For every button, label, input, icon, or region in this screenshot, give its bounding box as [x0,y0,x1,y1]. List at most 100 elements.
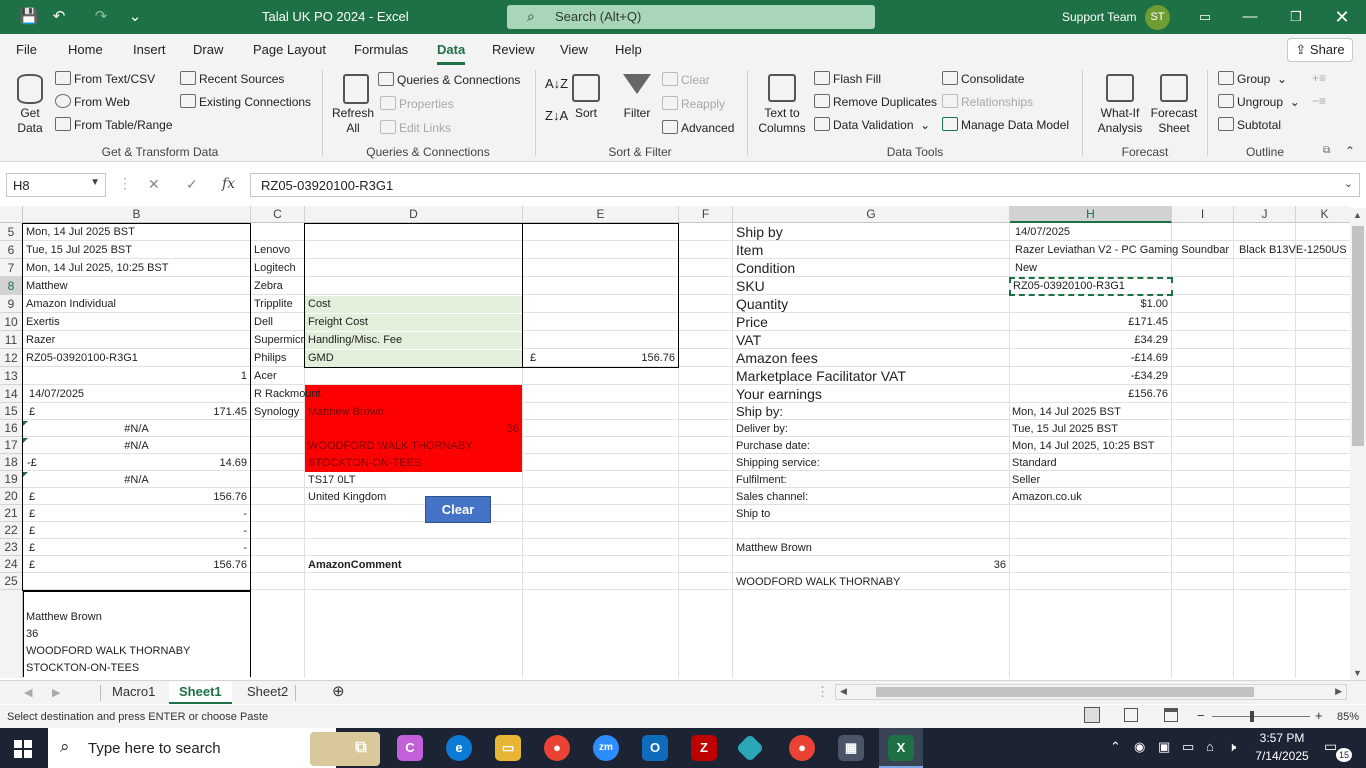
close-icon[interactable]: ✕ [1322,4,1362,30]
show-detail-icon[interactable]: +≡ [1312,71,1326,85]
clock-date[interactable]: 7/14/2025 [1250,749,1314,763]
from-web-button[interactable]: From Web [55,94,130,109]
cell-g14[interactable]: Your earnings [733,385,1009,402]
row-header[interactable]: 16 [0,420,23,437]
row-header[interactable]: 17 [0,437,23,454]
row-header[interactable]: 25 [0,573,23,590]
restore-icon[interactable]: ❐ [1276,4,1316,30]
col-header-i[interactable]: I [1172,206,1234,223]
tab-draw[interactable]: Draw [193,42,223,57]
row-header[interactable]: 23 [0,539,23,556]
file-explorer-icon[interactable]: ▭ [495,735,521,761]
cell-h17[interactable]: Mon, 14 Jul 2025, 10:25 BST [1009,438,1171,455]
taskbar-search[interactable]: ⌕ Type here to search [48,728,380,768]
relationships-button[interactable]: Relationships [942,94,1033,109]
cell-d24[interactable]: AmazonComment [305,557,522,574]
cell-g24[interactable]: 36 [733,557,1009,574]
row-header[interactable]: 18 [0,454,23,471]
chevron-down-icon[interactable]: ▼ [90,177,100,188]
task-view-icon[interactable]: ⧉ [348,735,374,761]
sort-za-icon[interactable]: Z↓A [545,108,568,123]
sort-az-icon[interactable]: A↓Z [545,76,568,91]
row-header[interactable]: 8 [0,277,23,295]
zoom-app-icon[interactable]: zm [593,735,619,761]
cell-b12[interactable]: RZ05-03920100-R3G1 [23,350,250,367]
cell-c7[interactable]: Logitech [251,260,304,277]
network-icon[interactable]: ⌂ [1206,739,1214,754]
col-header-b[interactable]: B [23,206,251,223]
edit-links-button[interactable]: Edit Links [380,120,451,135]
expand-formula-icon[interactable]: ⌄ [1344,177,1353,190]
cell-b7[interactable]: Mon, 14 Jul 2025, 10:25 BST [23,260,250,277]
tab-formulas[interactable]: Formulas [354,42,408,57]
zoom-slider-thumb[interactable] [1250,711,1254,722]
cell-d10[interactable]: Freight Cost [305,314,522,331]
cell-b9[interactable]: Amazon Individual [23,296,250,313]
what-if-button[interactable]: What-If Analysis [1090,106,1150,136]
reapply-button[interactable]: Reapply [662,96,725,111]
horizontal-scroll-thumb[interactable] [876,687,1254,697]
cell-g21[interactable]: Ship to [733,506,1009,523]
name-box[interactable]: H8 ▼ [6,173,106,197]
zoom-in-icon[interactable]: + [1315,708,1323,723]
row-header[interactable]: 19 [0,471,23,488]
cell-c9[interactable]: Tripplite [251,296,304,313]
cell-g7[interactable]: Condition [733,259,1009,276]
tab-file[interactable]: File [16,42,37,57]
cell-d17[interactable]: WOODFORD WALK THORNABY [305,438,522,455]
zoom-out-icon[interactable]: − [1197,708,1205,723]
tab-home[interactable]: Home [68,42,103,57]
cell-b8[interactable]: Matthew [23,278,250,295]
ribbon-display-icon[interactable]: ▭ [1185,4,1225,30]
text-to-columns-button[interactable]: Text to Columns [755,106,809,136]
scroll-up-icon[interactable]: ▲ [1353,210,1362,220]
cell-d9[interactable]: Cost [305,296,522,313]
flash-fill-button[interactable]: Flash Fill [814,71,881,86]
cell-b13[interactable]: 1 [23,368,250,385]
outlook-icon[interactable]: O [642,735,668,761]
splitter-icon[interactable]: ⋮ [816,684,829,700]
cell-g6[interactable]: Item [733,241,1009,258]
sheet-tab-macro1[interactable]: Macro1 [112,684,155,699]
page-break-view-icon[interactable] [1164,708,1178,722]
cell-b18[interactable]: 14.69 [60,455,250,472]
clock-time[interactable]: 3:57 PM [1256,731,1308,745]
avatar[interactable]: ST [1145,5,1170,30]
cell-b14[interactable]: 14/07/2025 [26,386,250,403]
row-header[interactable]: 7 [0,259,23,277]
cell-c15[interactable]: Synology [251,404,304,421]
excel-taskbar-active[interactable]: X [879,728,923,768]
tab-view[interactable]: View [560,42,588,57]
chrome-icon[interactable]: ● [544,735,570,761]
row-header[interactable]: 13 [0,367,23,385]
advanced-button[interactable]: Advanced [662,120,734,135]
col-header-j[interactable]: J [1234,206,1296,223]
cell-c14[interactable]: R Rackmount [251,386,371,403]
cell-h7[interactable]: New [1012,260,1170,277]
cell-g20[interactable]: Sales channel: [733,489,1009,506]
cell-h19[interactable]: Seller [1009,472,1171,489]
zoom-slider[interactable] [1212,716,1310,717]
row-header[interactable]: 24 [0,556,23,573]
row-header[interactable]: 20 [0,488,23,505]
row-header[interactable]: 5 [0,223,23,241]
cell-g13[interactable]: Marketplace Facilitator VAT [733,367,1009,384]
next-sheet-icon[interactable]: ▶ [52,686,60,699]
cell-i6[interactable]: Black B13VE-1250US [1236,242,1350,259]
cell-h15[interactable]: Mon, 14 Jul 2025 BST [1009,404,1171,421]
cell-d11[interactable]: Handling/Misc. Fee [305,332,522,349]
cell-b22[interactable]: - [60,523,250,540]
ungroup-button[interactable]: Ungroup ⌄ [1218,94,1300,109]
cell-g17[interactable]: Purchase date: [733,438,1009,455]
remove-duplicates-button[interactable]: Remove Duplicates [814,94,937,109]
cell-g15[interactable]: Ship by: [733,403,1009,420]
tab-help[interactable]: Help [615,42,642,57]
formula-input[interactable]: RZ05-03920100-R3G1 ⌄ [250,173,1360,197]
chrome-profile-icon[interactable]: ● [789,735,815,761]
share-button[interactable]: ⇪ Share [1287,38,1353,62]
screen-icon[interactable]: ▣ [1158,739,1170,755]
normal-view-icon[interactable] [1084,707,1100,723]
enter-icon[interactable]: ✓ [186,176,198,193]
cell-g10[interactable]: Price [733,313,1009,330]
search-box[interactable]: ⌕ Search (Alt+Q) [507,5,875,29]
